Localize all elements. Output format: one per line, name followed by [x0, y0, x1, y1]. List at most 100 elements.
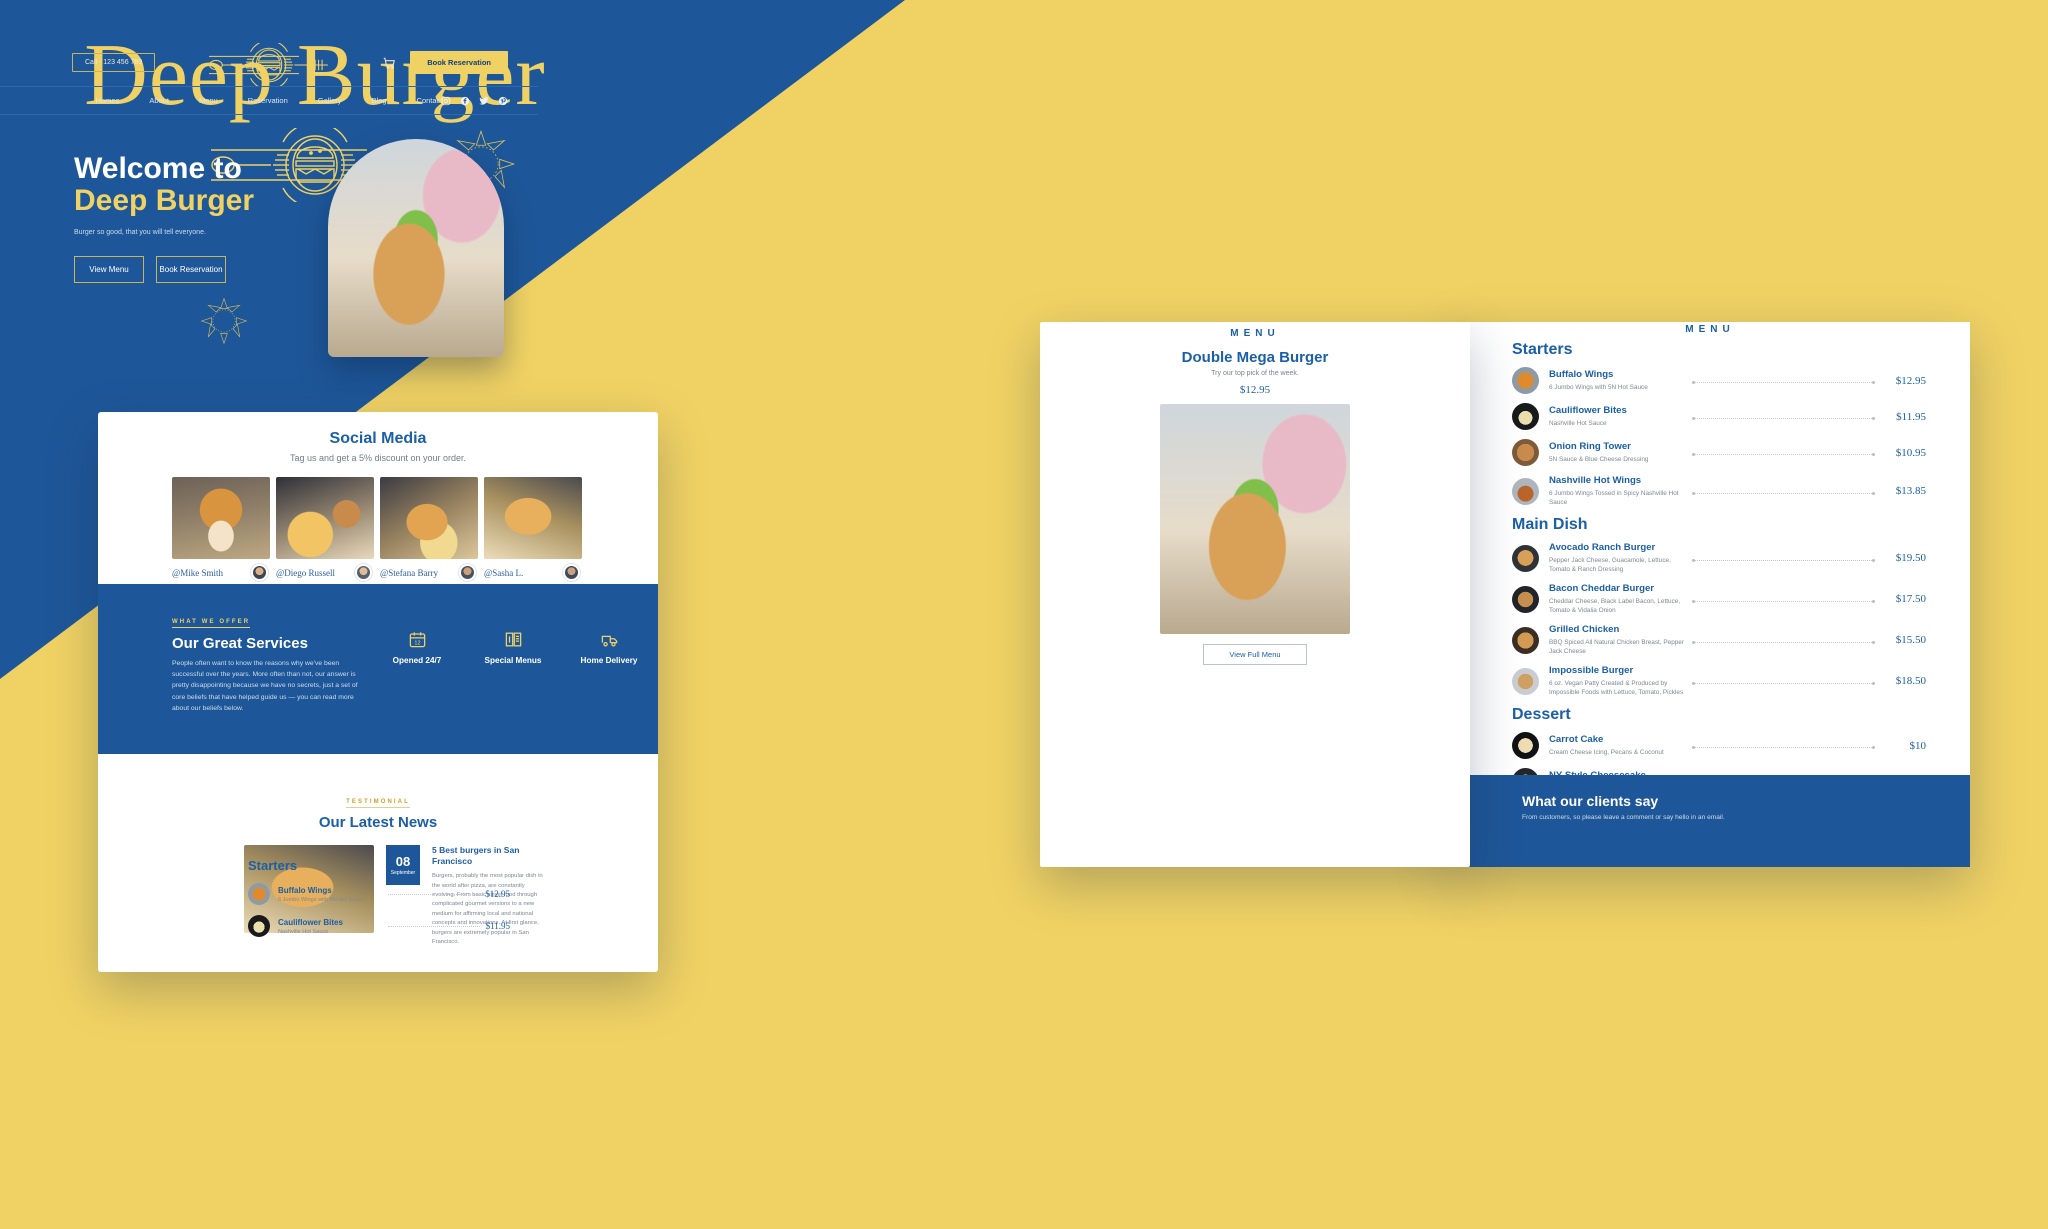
delivery-icon	[601, 635, 617, 646]
svg-text:12: 12	[414, 640, 420, 646]
nav-item-gallery[interactable]: Gallery	[318, 96, 342, 105]
item-text: Grilled Chicken BBQ Spiced All Natural C…	[1549, 624, 1685, 656]
item-text: Nashville Hot Wings 6 Jumbo Wings Tossed…	[1549, 475, 1685, 507]
book-reservation-button[interactable]: Book Reservation	[410, 51, 508, 74]
item-desc: Nashville Hot Sauce	[1549, 419, 1607, 427]
social-media-title: Social Media	[329, 430, 427, 447]
hero-section: Deep Burger Call - 123 456 789	[0, 0, 538, 357]
item-text: Bacon Cheddar Burger Cheddar Cheese, Bla…	[1549, 583, 1685, 615]
item-price: $13.85	[1895, 485, 1926, 498]
menu-item[interactable]: Buffalo Wings 6 Jumbo Wings with 5N Hot …	[248, 883, 510, 905]
item-name: Cauliflower Bites	[1549, 405, 1627, 417]
service-card-delivery[interactable]: Home Delivery	[572, 610, 646, 684]
item-desc: BBQ Spiced All Natural Chicken Breast, P…	[1549, 638, 1684, 655]
burger-emblem-icon	[209, 43, 328, 87]
menu-item[interactable]: Onion Ring Tower 5N Sauce & Blue Cheese …	[1512, 439, 1926, 466]
social-media-subtitle: Tag us and get a 5% discount on your ord…	[289, 453, 467, 463]
pinterest-icon[interactable]	[498, 96, 508, 106]
item-name: Onion Ring Tower	[1549, 441, 1631, 453]
post-handle: @Diego Russell	[276, 567, 336, 578]
post-photo	[484, 477, 582, 559]
menu-item[interactable]: Buffalo Wings 6 Jumbo Wings with 5N Hot …	[1512, 367, 1926, 394]
post-photo	[172, 477, 270, 559]
social-post[interactable]: @Mike Smith	[172, 477, 270, 587]
nav-item-about[interactable]: About	[149, 96, 169, 105]
avatar	[563, 564, 580, 581]
nav-item-contact[interactable]: Contact	[417, 96, 443, 105]
menu-item[interactable]: Carrot Cake Cream Cheese Icing, Pecans &…	[1512, 732, 1927, 760]
leader-dots	[1692, 453, 1875, 456]
cart-icon[interactable]	[382, 56, 396, 70]
nav-item-menu[interactable]: Menu	[199, 96, 218, 105]
menu-item[interactable]: Cauliflower Bites Nashville Hot Sauce $1…	[248, 915, 510, 937]
call-button[interactable]: Call - 123 456 789	[72, 53, 156, 72]
service-label: Home Delivery	[580, 655, 638, 665]
hero-book-reservation-button[interactable]: Book Reservation	[156, 255, 226, 283]
menu-item[interactable]: Bacon Cheddar Burger Cheddar Cheese, Bla…	[1512, 583, 1926, 615]
item-price: $19.50	[1895, 552, 1926, 565]
leader-dots	[1692, 417, 1875, 420]
leader-dots	[1692, 558, 1875, 562]
menu-panel-footer: What our clients say From customers, so …	[1450, 775, 1970, 867]
post-meta: @Sasha L.	[484, 559, 582, 587]
hero-content: Welcome to Deep Burger Burger so good, t…	[0, 115, 538, 357]
item-price: $10.95	[1895, 446, 1926, 459]
twitter-icon[interactable]	[479, 96, 489, 106]
item-name: Buffalo Wings	[1549, 369, 1614, 381]
menu-book-icon	[505, 632, 521, 646]
leader-dots	[1692, 746, 1875, 750]
item-desc: Cream Cheese Icing, Pecans & Coconut	[1549, 748, 1664, 756]
nav-item-blog[interactable]: Blog	[372, 96, 387, 105]
item-thumbnail	[1512, 667, 1539, 695]
item-text: Buffalo Wings 6 Jumbo Wings with 5N Hot …	[1549, 369, 1685, 392]
view-full-menu-button[interactable]: View Full Menu	[1203, 644, 1307, 665]
item-text: Buffalo Wings 6 Jumbo Wings with 5N Hot …	[278, 886, 382, 903]
starters-title: Starters	[248, 858, 298, 873]
social-post[interactable]: @Diego Russell	[276, 477, 374, 587]
facebook-icon[interactable]	[460, 96, 470, 106]
avatar	[355, 564, 372, 581]
post-handle: @Stefana Barry	[380, 567, 439, 578]
item-thumbnail	[1512, 732, 1539, 760]
services-section: WHAT WE OFFER Our Great Services People …	[98, 584, 658, 754]
nav-social-icons	[441, 96, 508, 106]
service-card-opened[interactable]: 12 Opened 24/7	[380, 610, 454, 684]
item-desc: 5N Sauce & Blue Cheese Dressing	[1549, 455, 1649, 463]
item-thumbnail	[1512, 439, 1539, 466]
service-card-menus[interactable]: Special Menus	[476, 610, 550, 684]
leader-dots	[1692, 491, 1875, 495]
menu-item[interactable]: Nashville Hot Wings 6 Jumbo Wings Tossed…	[1512, 475, 1926, 507]
leader-dots	[1692, 681, 1875, 685]
item-text: Onion Ring Tower 5N Sauce & Blue Cheese …	[1549, 441, 1685, 464]
services-title: Our Great Services	[172, 635, 308, 652]
item-text: Carrot Cake Cream Cheese Icing, Pecans &…	[1549, 734, 1685, 757]
menu-item[interactable]: Grilled Chicken BBQ Spiced All Natural C…	[1512, 624, 1926, 656]
hero-image-frame	[328, 139, 504, 357]
services-eyebrow: WHAT WE OFFER	[172, 619, 251, 628]
instagram-icon[interactable]	[441, 96, 451, 106]
item-thumbnail	[248, 883, 270, 905]
post-photo	[276, 477, 374, 559]
social-post[interactable]: @Sasha L.	[484, 477, 582, 587]
social-post[interactable]: @Stefana Barry	[380, 477, 478, 587]
main-navigation: Homes About Menu Reservation Gallery Blo…	[0, 86, 538, 115]
menu-word: MENU	[1230, 328, 1280, 339]
item-text: Impossible Burger 6 oz. Vegan Patty Crea…	[1549, 665, 1685, 697]
item-price: $10	[1909, 739, 1927, 752]
item-price: $12.95	[1895, 374, 1926, 387]
menu-mockup-panel: MENU Starters Buffalo Wings 6 Jumbo Wing…	[1450, 322, 1970, 867]
item-name: Carrot Cake	[1549, 734, 1604, 746]
service-label: Opened 24/7	[392, 655, 442, 665]
item-price: $17.50	[1895, 593, 1926, 606]
post-handle: @Sasha L.	[484, 567, 524, 578]
nav-item-reservation[interactable]: Reservation	[248, 96, 288, 105]
menu-item[interactable]: Avocado Ranch Burger Pepper Jack Cheese,…	[1512, 542, 1926, 574]
menu-item[interactable]: Impossible Burger 6 oz. Vegan Patty Crea…	[1512, 665, 1926, 697]
view-menu-button[interactable]: View Menu	[74, 255, 144, 283]
item-thumbnail	[1512, 626, 1539, 654]
nav-item-homes[interactable]: Homes	[96, 96, 120, 105]
menu-section-starters: Starters Buffalo Wings 6 Jumbo Wings wit…	[1450, 341, 1970, 507]
item-desc: 6 Jumbo Wings with 5N Hot Sauce	[278, 896, 365, 903]
starters-preview: Starters Buffalo Wings 6 Jumbo Wings wit…	[248, 858, 510, 937]
menu-item[interactable]: Cauliflower Bites Nashville Hot Sauce $1…	[1512, 403, 1926, 430]
